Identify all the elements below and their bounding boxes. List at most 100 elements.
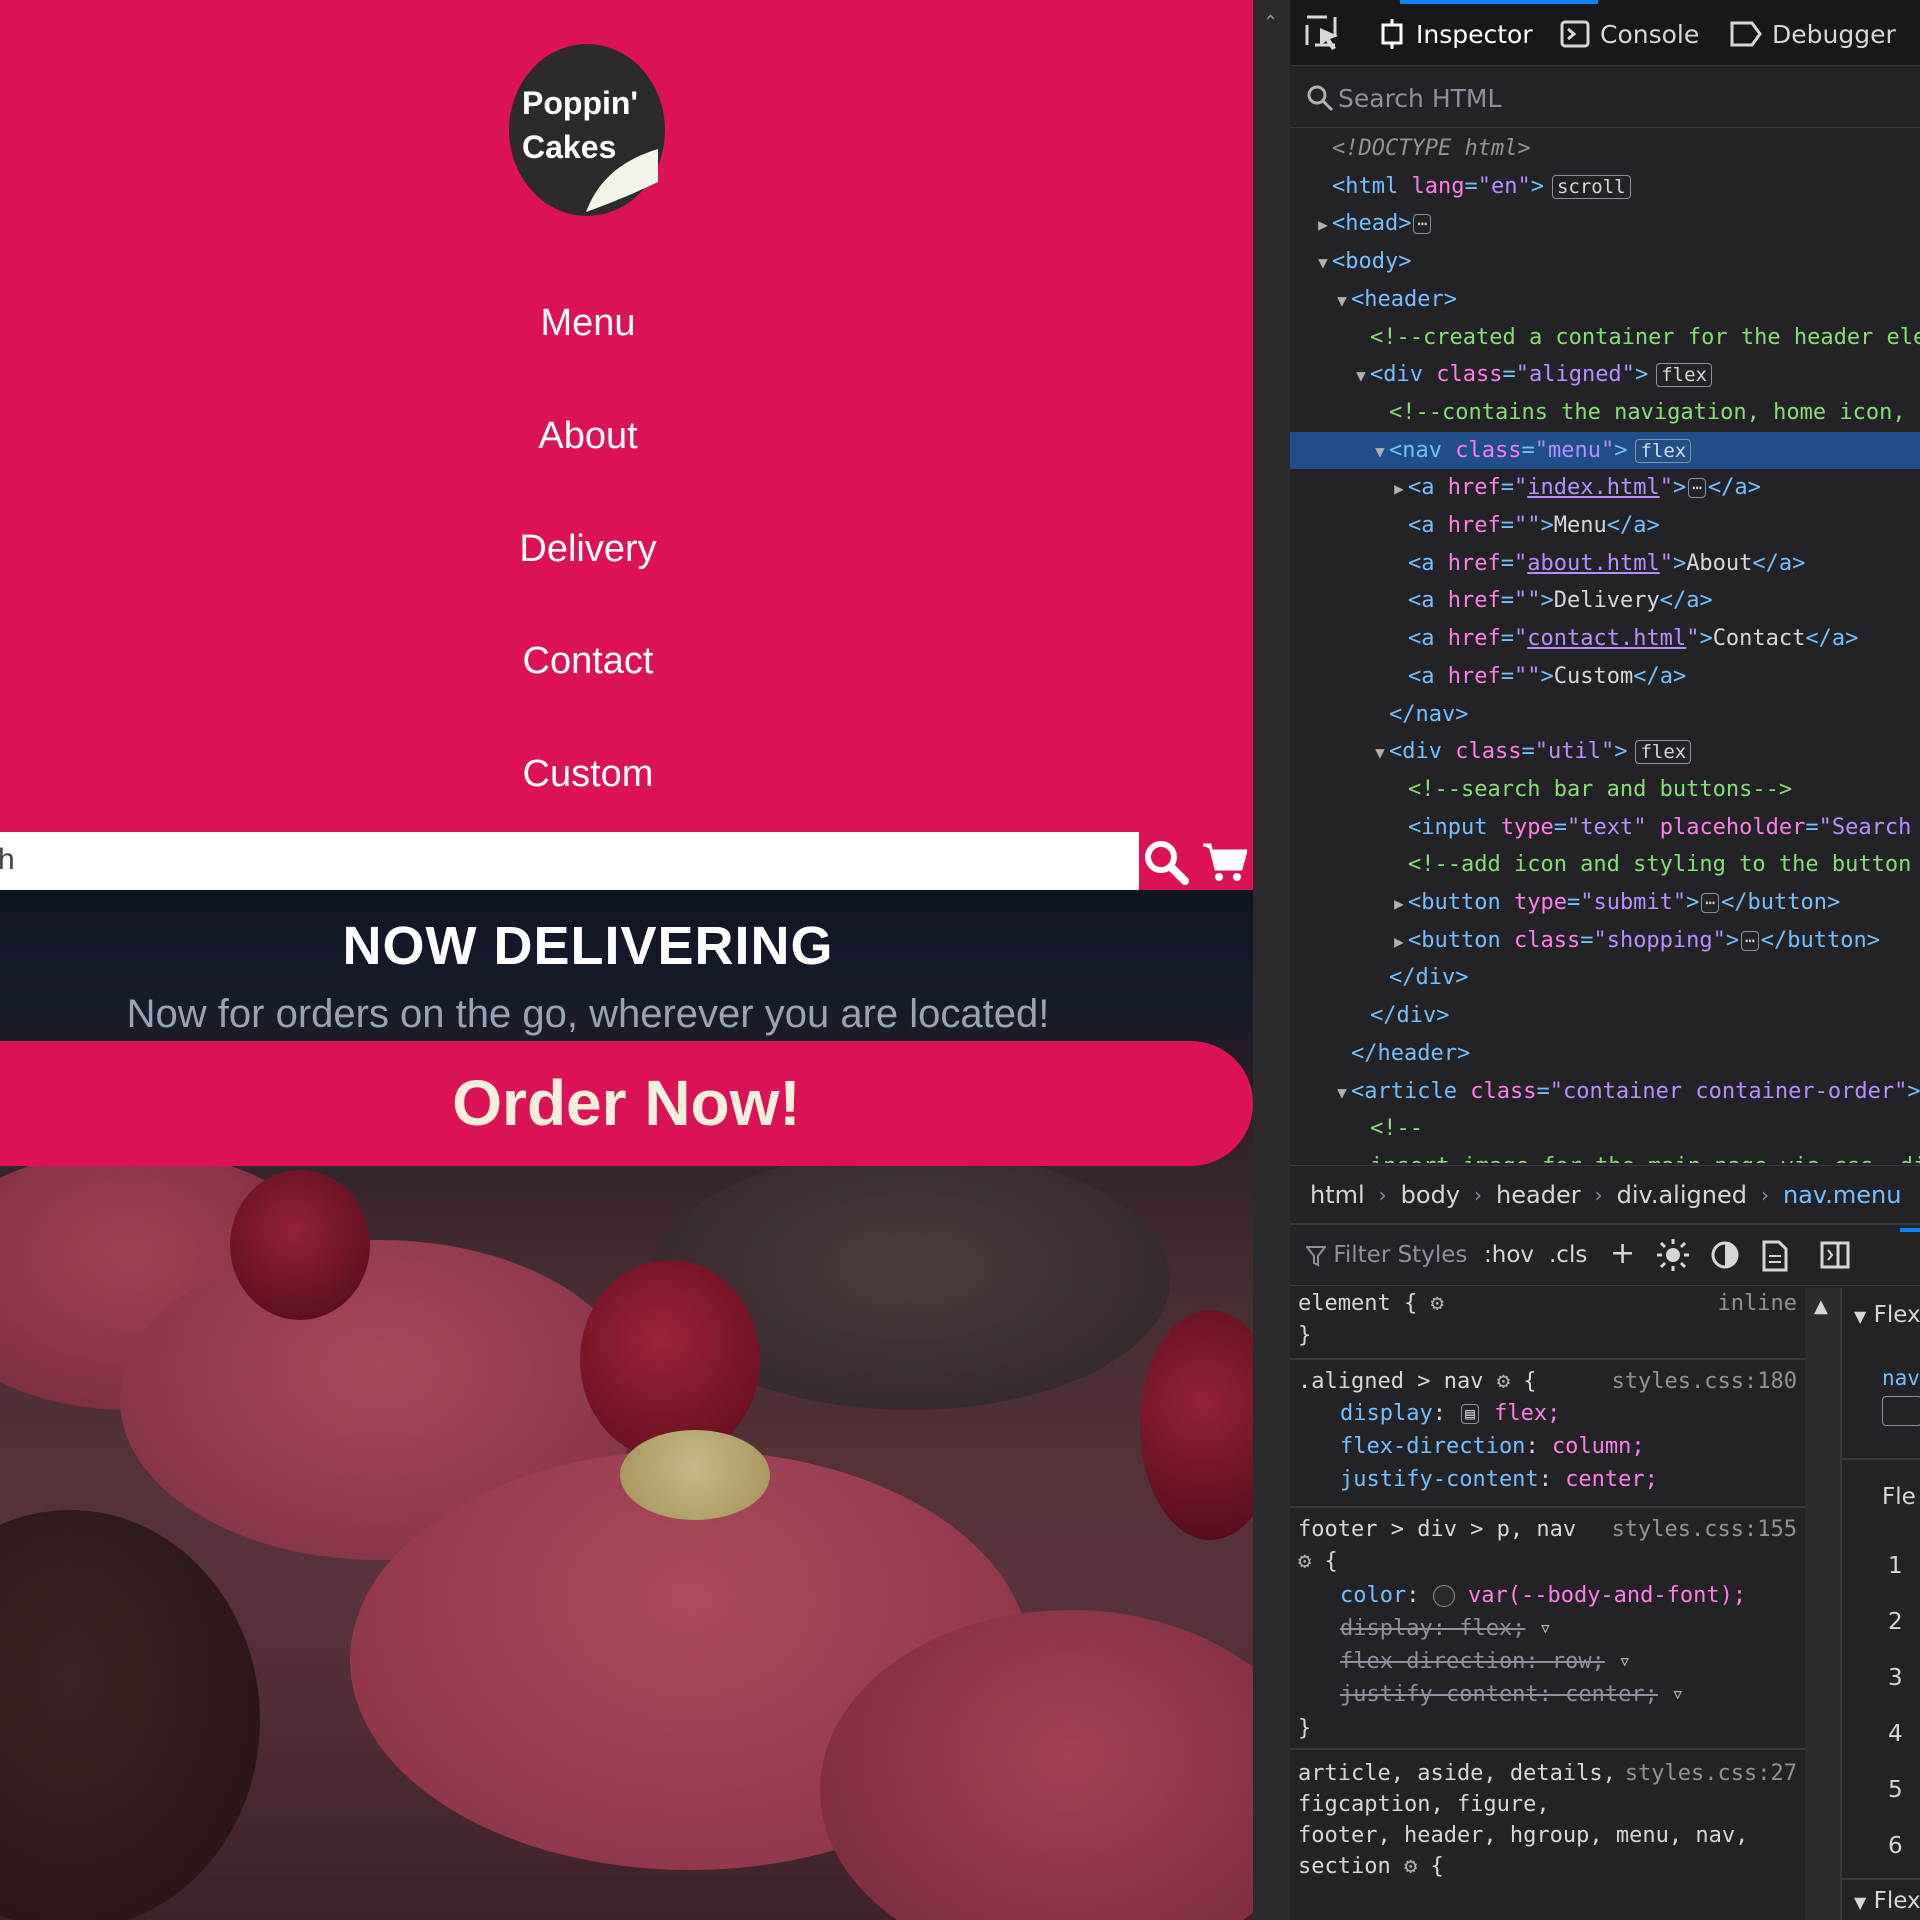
- collapsed-content-icon[interactable]: ⋯: [1701, 893, 1720, 913]
- markup-line[interactable]: insert image for the main page via css. …: [1290, 1148, 1920, 1163]
- nav-link-custom[interactable]: Custom: [0, 753, 1176, 796]
- flex-item-6[interactable]: 6: [1888, 1818, 1903, 1874]
- nav-link-contact[interactable]: Contact: [0, 640, 1176, 683]
- filter-icon[interactable]: ▿: [1539, 1616, 1552, 1641]
- markup-badge[interactable]: flex: [1635, 438, 1692, 463]
- expand-closed-icon[interactable]: ▶: [1314, 206, 1332, 243]
- rule-gear-icon[interactable]: ⚙: [1298, 1549, 1311, 1574]
- markup-line[interactable]: <!--created a container for the header e…: [1290, 319, 1920, 356]
- markup-line[interactable]: <a href="">Custom</a>: [1290, 658, 1920, 695]
- light-mode-icon[interactable]: [1656, 1238, 1690, 1278]
- markup-line[interactable]: ▶ <a href="index.html"> ⋯ </a>: [1290, 469, 1920, 506]
- expand-open-icon[interactable]: ▼: [1371, 433, 1389, 470]
- markup-badge[interactable]: scroll: [1551, 174, 1631, 199]
- markup-line[interactable]: ▼ <div class="aligned"> flex: [1290, 356, 1920, 393]
- markup-line[interactable]: <!--: [1290, 1110, 1920, 1147]
- shopping-cart-button[interactable]: [1198, 838, 1250, 886]
- rule1-prop-justify-content[interactable]: justify-content: [1340, 1467, 1539, 1492]
- search-button[interactable]: [1140, 838, 1192, 886]
- markup-line[interactable]: <a href="">Menu</a>: [1290, 507, 1920, 544]
- markup-line[interactable]: </header>: [1290, 1035, 1920, 1072]
- flex-item-section-header[interactable]: Flex: [1874, 1888, 1920, 1914]
- breadcrumb-item[interactable]: nav.menu: [1783, 1181, 1901, 1209]
- flex-item-3[interactable]: 3: [1888, 1650, 1903, 1706]
- markup-badge[interactable]: flex: [1635, 740, 1692, 765]
- breadcrumb-item[interactable]: body: [1401, 1181, 1460, 1209]
- rule1-val-flex-direction[interactable]: column;: [1552, 1434, 1645, 1459]
- markup-line[interactable]: ▼ <nav class="menu"> flex: [1290, 431, 1920, 470]
- filter-icon[interactable]: ▿: [1671, 1682, 1684, 1707]
- expand-open-icon[interactable]: ▼: [1333, 1074, 1351, 1111]
- collapsed-content-icon[interactable]: ⋯: [1413, 214, 1432, 235]
- rule2-struck-justify-content[interactable]: justify-content: center;: [1340, 1682, 1658, 1707]
- rule1-prop-flex-direction[interactable]: flex-direction: [1340, 1434, 1525, 1459]
- rule1-val-justify-content[interactable]: center;: [1565, 1467, 1658, 1492]
- site-search-input[interactable]: [0, 832, 1139, 890]
- rule2-struck-flex-direction[interactable]: flex-direction: row;: [1340, 1649, 1605, 1674]
- element-picker-icon[interactable]: [1304, 14, 1342, 56]
- search-html-input[interactable]: Search HTML: [1290, 70, 1920, 128]
- rule1-prop-display[interactable]: display: [1340, 1401, 1433, 1426]
- expand-closed-icon[interactable]: ▶: [1390, 470, 1408, 507]
- markup-line[interactable]: </div>: [1290, 959, 1920, 996]
- markup-line[interactable]: <!--contains the navigation, home icon,: [1290, 394, 1920, 431]
- rule-gear-icon[interactable]: ⚙: [1404, 1854, 1417, 1879]
- flex-item-4[interactable]: 4: [1888, 1706, 1903, 1762]
- markup-line[interactable]: ▶ <button class="shopping"> ⋯ </button>: [1290, 922, 1920, 959]
- site-logo[interactable]: Poppin' Cakes: [508, 44, 666, 216]
- rule-gear-icon[interactable]: ⚙: [1430, 1291, 1443, 1316]
- cls-toggle[interactable]: .cls: [1549, 1242, 1587, 1268]
- add-rule-icon[interactable]: +: [1610, 1236, 1635, 1271]
- markup-line[interactable]: <!--search bar and buttons-->: [1290, 771, 1920, 808]
- color-swatch-icon[interactable]: [1432, 1585, 1455, 1607]
- toggle-sidebar-icon[interactable]: [1820, 1240, 1850, 1276]
- markup-line[interactable]: ▶ <head> ⋯: [1290, 205, 1920, 242]
- filter-styles-input[interactable]: Filter Styles: [1304, 1242, 1467, 1268]
- markup-line[interactable]: </div>: [1290, 997, 1920, 1034]
- dark-mode-icon[interactable]: [1710, 1240, 1740, 1276]
- expand-open-icon[interactable]: ▼: [1352, 357, 1370, 394]
- rule2-val-color[interactable]: var(--body-and-font);: [1468, 1583, 1746, 1608]
- tab-debugger[interactable]: Debugger: [1730, 14, 1896, 54]
- markup-line[interactable]: <!--add icon and styling to the button: [1290, 846, 1920, 883]
- flex-item-1[interactable]: 1: [1888, 1538, 1903, 1594]
- rule2-source[interactable]: styles.css:155: [1612, 1514, 1797, 1546]
- markup-line[interactable]: ▼ <article class="container container-ord…: [1290, 1073, 1920, 1110]
- expand-open-icon[interactable]: ▼: [1333, 282, 1351, 319]
- markup-badge[interactable]: flex: [1656, 363, 1712, 388]
- collapsed-content-icon[interactable]: ⋯: [1741, 930, 1759, 951]
- expand-closed-icon[interactable]: ▶: [1390, 923, 1408, 960]
- flex-grid-icon[interactable]: ▤: [1461, 1404, 1479, 1424]
- scroll-up-arrow-icon[interactable]: ▲: [1814, 1296, 1828, 1317]
- scroll-up-arrow-icon[interactable]: ⌃: [1263, 12, 1278, 33]
- rule1-val-display[interactable]: flex;: [1494, 1401, 1560, 1426]
- breadcrumb-item[interactable]: html: [1310, 1181, 1365, 1209]
- rule1-source[interactable]: styles.css:180: [1612, 1366, 1797, 1398]
- flex-item-2[interactable]: 2: [1888, 1594, 1903, 1650]
- markup-line[interactable]: <a href="contact.html">Contact</a>: [1290, 620, 1920, 657]
- markup-line[interactable]: <input type="text" placeholder="Search: [1290, 809, 1920, 846]
- markup-line[interactable]: ▼ <header>: [1290, 281, 1920, 318]
- expand-closed-icon[interactable]: ▶: [1390, 885, 1408, 922]
- collapsed-content-icon[interactable]: ⋯: [1688, 478, 1706, 499]
- markup-line[interactable]: <html lang="en"> scroll: [1290, 168, 1920, 205]
- expand-open-icon[interactable]: ▼: [1314, 244, 1332, 281]
- rule3-source[interactable]: styles.css:27: [1625, 1758, 1797, 1790]
- breadcrumb-item[interactable]: header: [1496, 1181, 1581, 1209]
- tab-inspector[interactable]: Inspector: [1378, 14, 1533, 54]
- markup-line[interactable]: ▼ <div class="util"> flex: [1290, 733, 1920, 770]
- markup-line[interactable]: <a href="about.html">About</a>: [1290, 545, 1920, 582]
- breadcrumb-item[interactable]: div.aligned: [1617, 1181, 1747, 1209]
- hov-toggle[interactable]: :hov: [1484, 1242, 1534, 1268]
- rules-scrollbar[interactable]: ▲: [1805, 1288, 1840, 1920]
- markup-line[interactable]: <!DOCTYPE html>: [1290, 130, 1920, 167]
- print-media-icon[interactable]: [1762, 1240, 1788, 1278]
- markup-line[interactable]: </nav>: [1290, 696, 1920, 733]
- nav-link-delivery[interactable]: Delivery: [0, 528, 1176, 571]
- expand-open-icon[interactable]: ▼: [1371, 734, 1389, 771]
- markup-line[interactable]: ▶ <button type="submit"> ⋯ </button>: [1290, 884, 1920, 921]
- tab-console[interactable]: Console: [1560, 14, 1699, 54]
- flex-item-5[interactable]: 5: [1888, 1762, 1903, 1818]
- rule2-struck-display[interactable]: display: flex;: [1340, 1616, 1525, 1641]
- markup-line[interactable]: ▼ <body>: [1290, 243, 1920, 280]
